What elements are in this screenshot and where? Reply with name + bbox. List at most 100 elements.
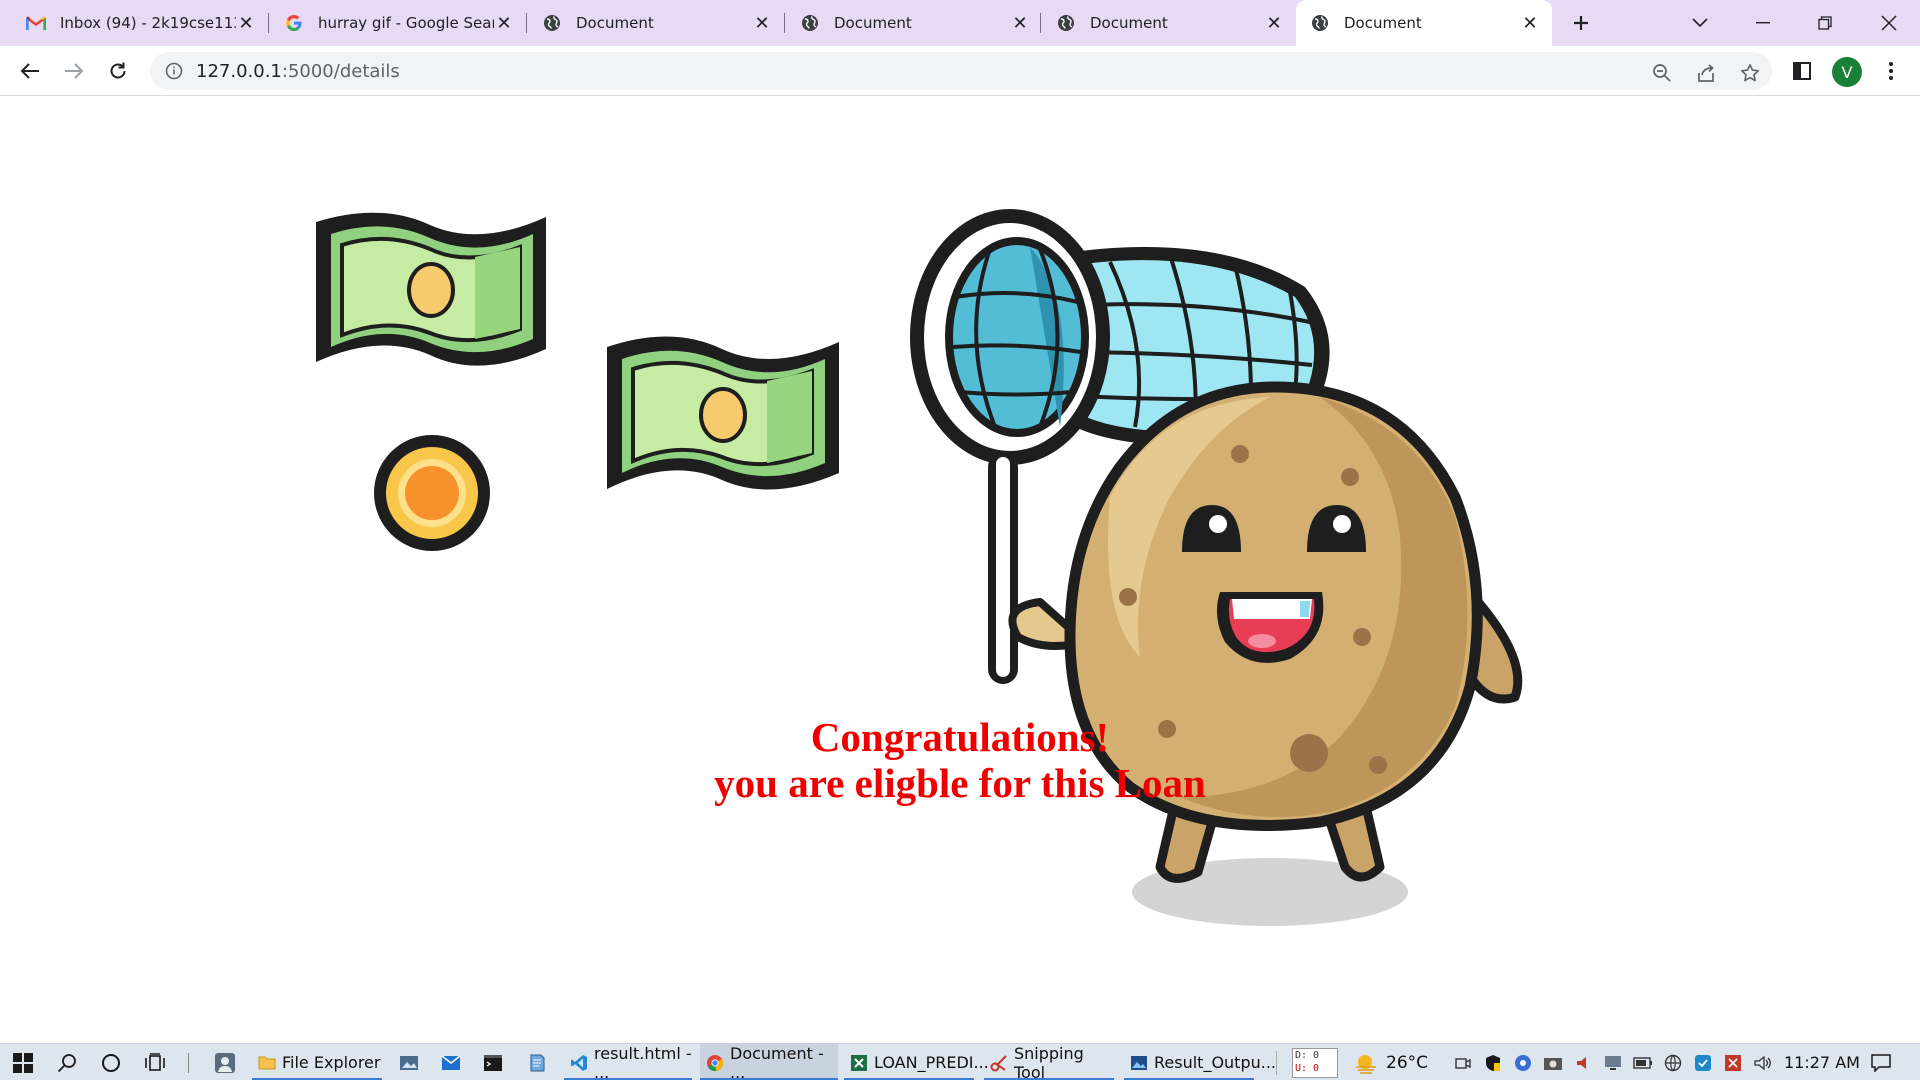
close-icon[interactable]: ✕	[1264, 13, 1284, 34]
task-view-icon[interactable]	[142, 1050, 168, 1076]
tab-title: Document	[1344, 14, 1422, 32]
app-label: result.html - ...	[594, 1043, 692, 1080]
tab-strip: Inbox (94) - 2k19cse113@ ✕ hurray gif - …	[0, 0, 1920, 46]
banknote-icon	[607, 336, 839, 490]
restore-button[interactable]	[1810, 8, 1840, 38]
page-content: Congratulations! you are eligble for thi…	[0, 97, 1920, 1043]
network-meter[interactable]: D: 0 U: 0	[1292, 1048, 1338, 1078]
share-icon[interactable]	[1694, 61, 1718, 85]
zoom-icon[interactable]	[1650, 61, 1674, 85]
security-icon[interactable]	[1482, 1054, 1504, 1072]
new-tab-button[interactable]	[1566, 8, 1596, 38]
taskbar-app-photos[interactable]: Result_Outpu...	[1124, 1044, 1276, 1080]
back-button[interactable]	[14, 55, 46, 87]
close-icon[interactable]: ✕	[494, 13, 514, 34]
upload-rate: U: 0	[1295, 1063, 1320, 1074]
taskbar-app-snipping-tool[interactable]: Snipping Tool	[984, 1044, 1114, 1080]
tab-title: Document	[1090, 14, 1168, 32]
congratulations-heading: Congratulations!	[810, 714, 1110, 760]
notepad-icon[interactable]	[524, 1050, 550, 1076]
divider	[1276, 1051, 1277, 1075]
tab-separator	[268, 13, 269, 33]
antivirus-icon[interactable]	[1722, 1054, 1744, 1072]
app-label: Document - ...	[730, 1043, 824, 1080]
url-host: 127.0.0.1	[196, 60, 282, 82]
url-path: :5000/details	[281, 60, 400, 82]
close-icon[interactable]: ✕	[1520, 13, 1540, 34]
chrome-icon	[706, 1054, 724, 1072]
coin-icon	[374, 435, 490, 551]
tab-gmail[interactable]: Inbox (94) - 2k19cse113@ ✕	[12, 0, 268, 46]
minimize-button[interactable]	[1748, 8, 1778, 38]
taskbar-app-excel[interactable]: LOAN_PREDI...	[844, 1044, 989, 1080]
close-icon	[1881, 15, 1897, 31]
close-window-button[interactable]	[1874, 8, 1904, 38]
weather-widget[interactable]: 26°C	[1354, 1044, 1428, 1080]
notification-icon[interactable]	[1868, 1050, 1894, 1076]
chrome-tray-icon[interactable]	[1512, 1054, 1534, 1072]
tab-title: Inbox (94) - 2k19cse113@	[60, 14, 236, 32]
eligibility-text: you are eligble for this Loan	[714, 760, 1206, 806]
search-icon[interactable]	[54, 1050, 80, 1076]
minimize-icon	[1756, 22, 1770, 24]
excel-icon	[850, 1054, 868, 1072]
taskbar-app-file-explorer[interactable]: File Explorer	[252, 1044, 382, 1080]
gmail-icon	[26, 13, 46, 33]
battery-icon[interactable]	[1632, 1056, 1654, 1069]
tab-search-button[interactable]	[1685, 8, 1715, 38]
address-bar[interactable]: 127.0.0.1:5000/details	[150, 52, 1772, 90]
tab-document-1[interactable]: Document ✕	[528, 0, 784, 46]
tab-document-2[interactable]: Document ✕	[786, 0, 1042, 46]
clock[interactable]: 11:27 AM	[1784, 1044, 1860, 1080]
app-label: Result_Outpu...	[1154, 1053, 1276, 1072]
snipping-icon	[990, 1054, 1008, 1072]
tab-document-3[interactable]: Document ✕	[1042, 0, 1296, 46]
tray-icons	[1452, 1044, 1782, 1080]
banknote-icon	[316, 212, 546, 366]
google-icon	[284, 13, 304, 33]
globe-network-icon[interactable]	[1662, 1054, 1684, 1072]
volume-icon[interactable]	[1752, 1055, 1774, 1071]
mail-icon[interactable]	[438, 1050, 464, 1076]
photos-icon	[1130, 1054, 1148, 1072]
tab-google-search[interactable]: hurray gif - Google Searc ✕	[270, 0, 526, 46]
taskbar-app-vscode[interactable]: result.html - ...	[564, 1044, 692, 1080]
windows-start-icon[interactable]	[10, 1050, 36, 1076]
camera-icon[interactable]	[1542, 1055, 1564, 1071]
user-icon[interactable]	[212, 1050, 238, 1076]
photos-app-icon[interactable]	[396, 1050, 422, 1076]
chevron-down-icon	[1692, 18, 1708, 28]
side-panel-button[interactable]	[1786, 55, 1818, 87]
tab-title: Document	[576, 14, 654, 32]
tab-document-active[interactable]: Document ✕	[1296, 0, 1552, 46]
info-icon[interactable]	[164, 61, 184, 81]
close-icon[interactable]: ✕	[1010, 13, 1030, 34]
more-vert-icon	[1889, 62, 1893, 80]
terminal-icon[interactable]	[480, 1050, 506, 1076]
taskbar-app-chrome[interactable]: Document - ...	[700, 1044, 838, 1080]
result-message: Congratulations! you are eligble for thi…	[660, 714, 1260, 806]
restore-icon	[1818, 16, 1832, 30]
cortana-icon[interactable]	[98, 1050, 124, 1076]
close-icon[interactable]: ✕	[752, 13, 772, 34]
download-rate: D: 0	[1295, 1050, 1320, 1061]
speaker-muted-icon[interactable]	[1572, 1055, 1594, 1071]
close-icon[interactable]: ✕	[236, 13, 256, 34]
meet-now-icon[interactable]	[1452, 1056, 1474, 1070]
avatar[interactable]: V	[1832, 57, 1862, 87]
reload-button[interactable]	[102, 55, 134, 87]
forward-button[interactable]	[58, 55, 90, 87]
bookmark-star-icon[interactable]	[1738, 61, 1762, 85]
globe-icon	[1056, 13, 1076, 33]
vpn-icon[interactable]	[1692, 1054, 1714, 1072]
side-panel-icon	[1793, 62, 1811, 80]
globe-icon	[800, 13, 820, 33]
temperature: 26°C	[1386, 1052, 1429, 1073]
reload-icon	[110, 62, 126, 79]
menu-button[interactable]	[1875, 55, 1907, 87]
vscode-icon	[570, 1054, 588, 1072]
app-label: Snipping Tool	[1014, 1043, 1084, 1080]
display-icon[interactable]	[1602, 1055, 1624, 1071]
weather-sun-icon	[1354, 1050, 1380, 1076]
arrow-right-icon	[65, 63, 84, 79]
